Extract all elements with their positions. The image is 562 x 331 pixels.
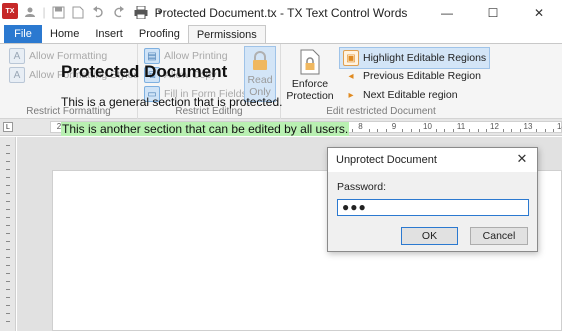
password-label: Password: xyxy=(337,181,387,193)
tab-permissions[interactable]: Permissions xyxy=(187,25,266,43)
protected-paragraph[interactable]: This is a general section that is protec… xyxy=(61,95,282,109)
ruler-number: 12 xyxy=(490,122,499,131)
enforce-protection-icon xyxy=(297,48,323,76)
close-icon: ✕ xyxy=(533,5,545,20)
ruler-tick xyxy=(553,129,555,132)
unprotect-dialog: Unprotect Document ✕ Password: ●●● OK Ca… xyxy=(327,147,538,252)
ruler-tick xyxy=(519,129,521,132)
highlight-icon: ▣ xyxy=(343,50,359,66)
vertical-ruler-tick xyxy=(6,313,10,314)
group-edit-restricted: Enforce Protection ▣ Highlight Editable R… xyxy=(281,44,491,120)
ruler-tick xyxy=(402,129,404,132)
vertical-ruler-tick xyxy=(6,225,10,226)
vertical-ruler-tick xyxy=(6,193,10,194)
vertical-ruler-tick xyxy=(6,145,10,146)
vertical-ruler[interactable] xyxy=(0,137,16,331)
password-input[interactable]: ●●● xyxy=(337,199,529,216)
dialog-close-icon[interactable]: ✕ xyxy=(515,152,529,166)
maximize-button[interactable]: ☐ xyxy=(470,0,516,25)
tab-insert[interactable]: Insert xyxy=(87,25,131,43)
title-bar: TX | ▾ Protected Document.tx - TX Text C… xyxy=(0,0,562,25)
vertical-ruler-tick xyxy=(6,321,10,322)
vertical-ruler-tick xyxy=(6,217,10,218)
ruler-tick xyxy=(352,129,354,132)
ruler-number: 9 xyxy=(391,122,397,131)
lock-icon xyxy=(247,50,273,72)
read-only-button[interactable]: Read Only xyxy=(244,46,276,102)
next-region-icon: ▸ xyxy=(348,89,354,101)
ruler-number: 14 xyxy=(557,122,562,131)
allow-printing-label: Allow Printing xyxy=(164,50,228,62)
previous-region-icon: ◂ xyxy=(348,70,354,82)
highlight-editable-regions-label: Highlight Editable Regions xyxy=(363,52,487,64)
ruler-tick xyxy=(368,129,370,132)
minimize-icon: — xyxy=(441,5,453,20)
vertical-ruler-tick xyxy=(6,281,10,282)
enforce-protection-label: Enforce Protection xyxy=(286,78,334,102)
vertical-ruler-tick xyxy=(6,297,10,298)
vertical-ruler-tick xyxy=(6,241,10,242)
tab-stop-selector[interactable]: L xyxy=(3,122,13,132)
next-editable-region-button[interactable]: ▸ Next Editable region xyxy=(343,87,458,103)
tab-file[interactable]: File xyxy=(4,25,42,43)
previous-editable-region-label: Previous Editable Region xyxy=(363,70,481,82)
ruler-number: 13 xyxy=(523,122,533,131)
vertical-ruler-tick xyxy=(6,273,10,274)
close-window-button[interactable]: ✕ xyxy=(516,0,562,25)
previous-editable-region-button[interactable]: ◂ Previous Editable Region xyxy=(343,68,481,84)
vertical-ruler-tick xyxy=(6,249,10,250)
ruler-tick xyxy=(377,129,379,132)
ruler-number: 10 xyxy=(423,122,432,131)
editable-paragraph[interactable]: This is another section that can be edit… xyxy=(61,122,350,136)
vertical-ruler-tick xyxy=(6,153,10,154)
next-editable-region-label: Next Editable region xyxy=(363,89,458,101)
vertical-ruler-tick xyxy=(6,233,10,234)
document-heading[interactable]: Protected Document xyxy=(61,62,227,82)
vertical-ruler-tick xyxy=(6,257,10,258)
ruler-tick xyxy=(410,129,412,132)
ruler-tick xyxy=(502,129,504,132)
vertical-ruler-tick xyxy=(6,289,10,290)
formatting-icon: A xyxy=(9,48,25,64)
ruler-tick xyxy=(444,129,446,132)
ruler-tick xyxy=(469,129,471,132)
ruler-tick xyxy=(486,129,488,132)
allow-formatting-label: Allow Formatting xyxy=(29,50,108,62)
ruler-tick xyxy=(435,129,437,132)
ruler-tick xyxy=(544,129,546,132)
maximize-icon: ☐ xyxy=(487,5,499,20)
ruler-tick xyxy=(536,129,538,132)
group-label-edit-restricted: Edit restricted Document xyxy=(326,106,436,117)
tab-home[interactable]: Home xyxy=(42,25,87,43)
ruler-tick xyxy=(511,129,513,132)
ruler-tick xyxy=(419,129,421,132)
styles-icon: A xyxy=(9,67,25,83)
vertical-ruler-tick xyxy=(6,169,10,170)
ruler-number: 11 xyxy=(456,122,466,131)
ribbon-tabs: File Home Insert Proofing Permissions xyxy=(0,25,562,43)
vertical-ruler-tick xyxy=(6,209,10,210)
vertical-ruler-tick xyxy=(6,201,10,202)
dialog-title: Unprotect Document xyxy=(328,148,537,172)
enforce-protection-button[interactable]: Enforce Protection xyxy=(286,48,334,102)
vertical-ruler-tick xyxy=(6,305,10,306)
ruler-number: 8 xyxy=(358,122,363,131)
ok-button[interactable]: OK xyxy=(401,227,458,245)
vertical-ruler-tick xyxy=(6,161,10,162)
vertical-ruler-tick xyxy=(6,185,10,186)
ruler-tick xyxy=(452,129,454,132)
vertical-ruler-tick xyxy=(6,177,10,178)
vertical-ruler-tick xyxy=(6,265,10,266)
highlight-editable-regions-button[interactable]: ▣ Highlight Editable Regions xyxy=(339,47,491,69)
cancel-button[interactable]: Cancel xyxy=(470,227,528,245)
minimize-button[interactable]: — xyxy=(424,0,470,25)
ruler-tick xyxy=(477,129,479,132)
tab-proofing[interactable]: Proofing xyxy=(131,25,188,43)
ruler-tick xyxy=(385,129,387,132)
